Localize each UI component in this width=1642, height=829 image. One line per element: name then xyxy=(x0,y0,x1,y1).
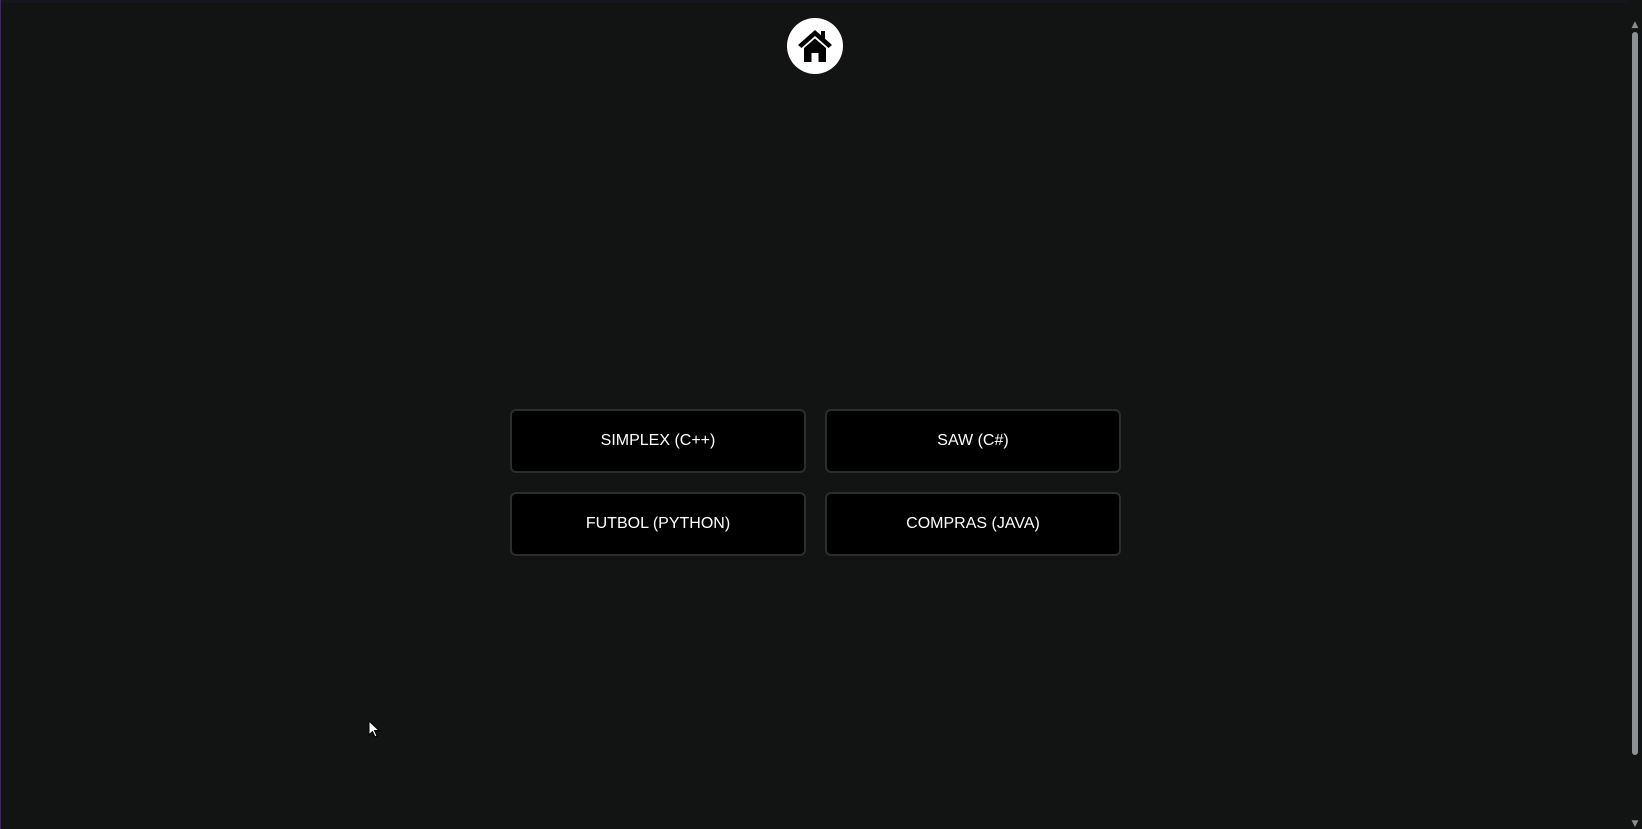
futbol-button-label: FUTBOL (PYTHON) xyxy=(585,515,731,532)
mouse-cursor-icon xyxy=(368,720,381,738)
home-button[interactable] xyxy=(787,18,843,74)
page: SIMPLEX (C++) SAW (C#) FUTBOL (PYTHON) C… xyxy=(0,0,1642,829)
saw-button[interactable]: SAW (C#) xyxy=(825,409,1121,473)
menu-grid: SIMPLEX (C++) SAW (C#) FUTBOL (PYTHON) C… xyxy=(510,409,1121,556)
scroll-down-arrow-icon[interactable]: ▼ xyxy=(1631,819,1639,829)
left-edge xyxy=(0,0,1,829)
scroll-thumb[interactable] xyxy=(1632,32,1638,755)
scroll-up-arrow-icon[interactable]: ▲ xyxy=(1631,20,1639,30)
futbol-button[interactable]: FUTBOL (PYTHON) xyxy=(510,492,806,556)
simplex-button-label: SIMPLEX (C++) xyxy=(600,432,716,449)
home-icon xyxy=(798,30,832,62)
simplex-button[interactable]: SIMPLEX (C++) xyxy=(510,409,806,473)
compras-button-label: COMPRAS (JAVA) xyxy=(906,515,1040,532)
top-edge xyxy=(0,0,1642,3)
compras-button[interactable]: COMPRAS (JAVA) xyxy=(825,492,1121,556)
saw-button-label: SAW (C#) xyxy=(937,432,1009,449)
vertical-scrollbar[interactable]: ▲ ▼ xyxy=(1628,0,1642,829)
